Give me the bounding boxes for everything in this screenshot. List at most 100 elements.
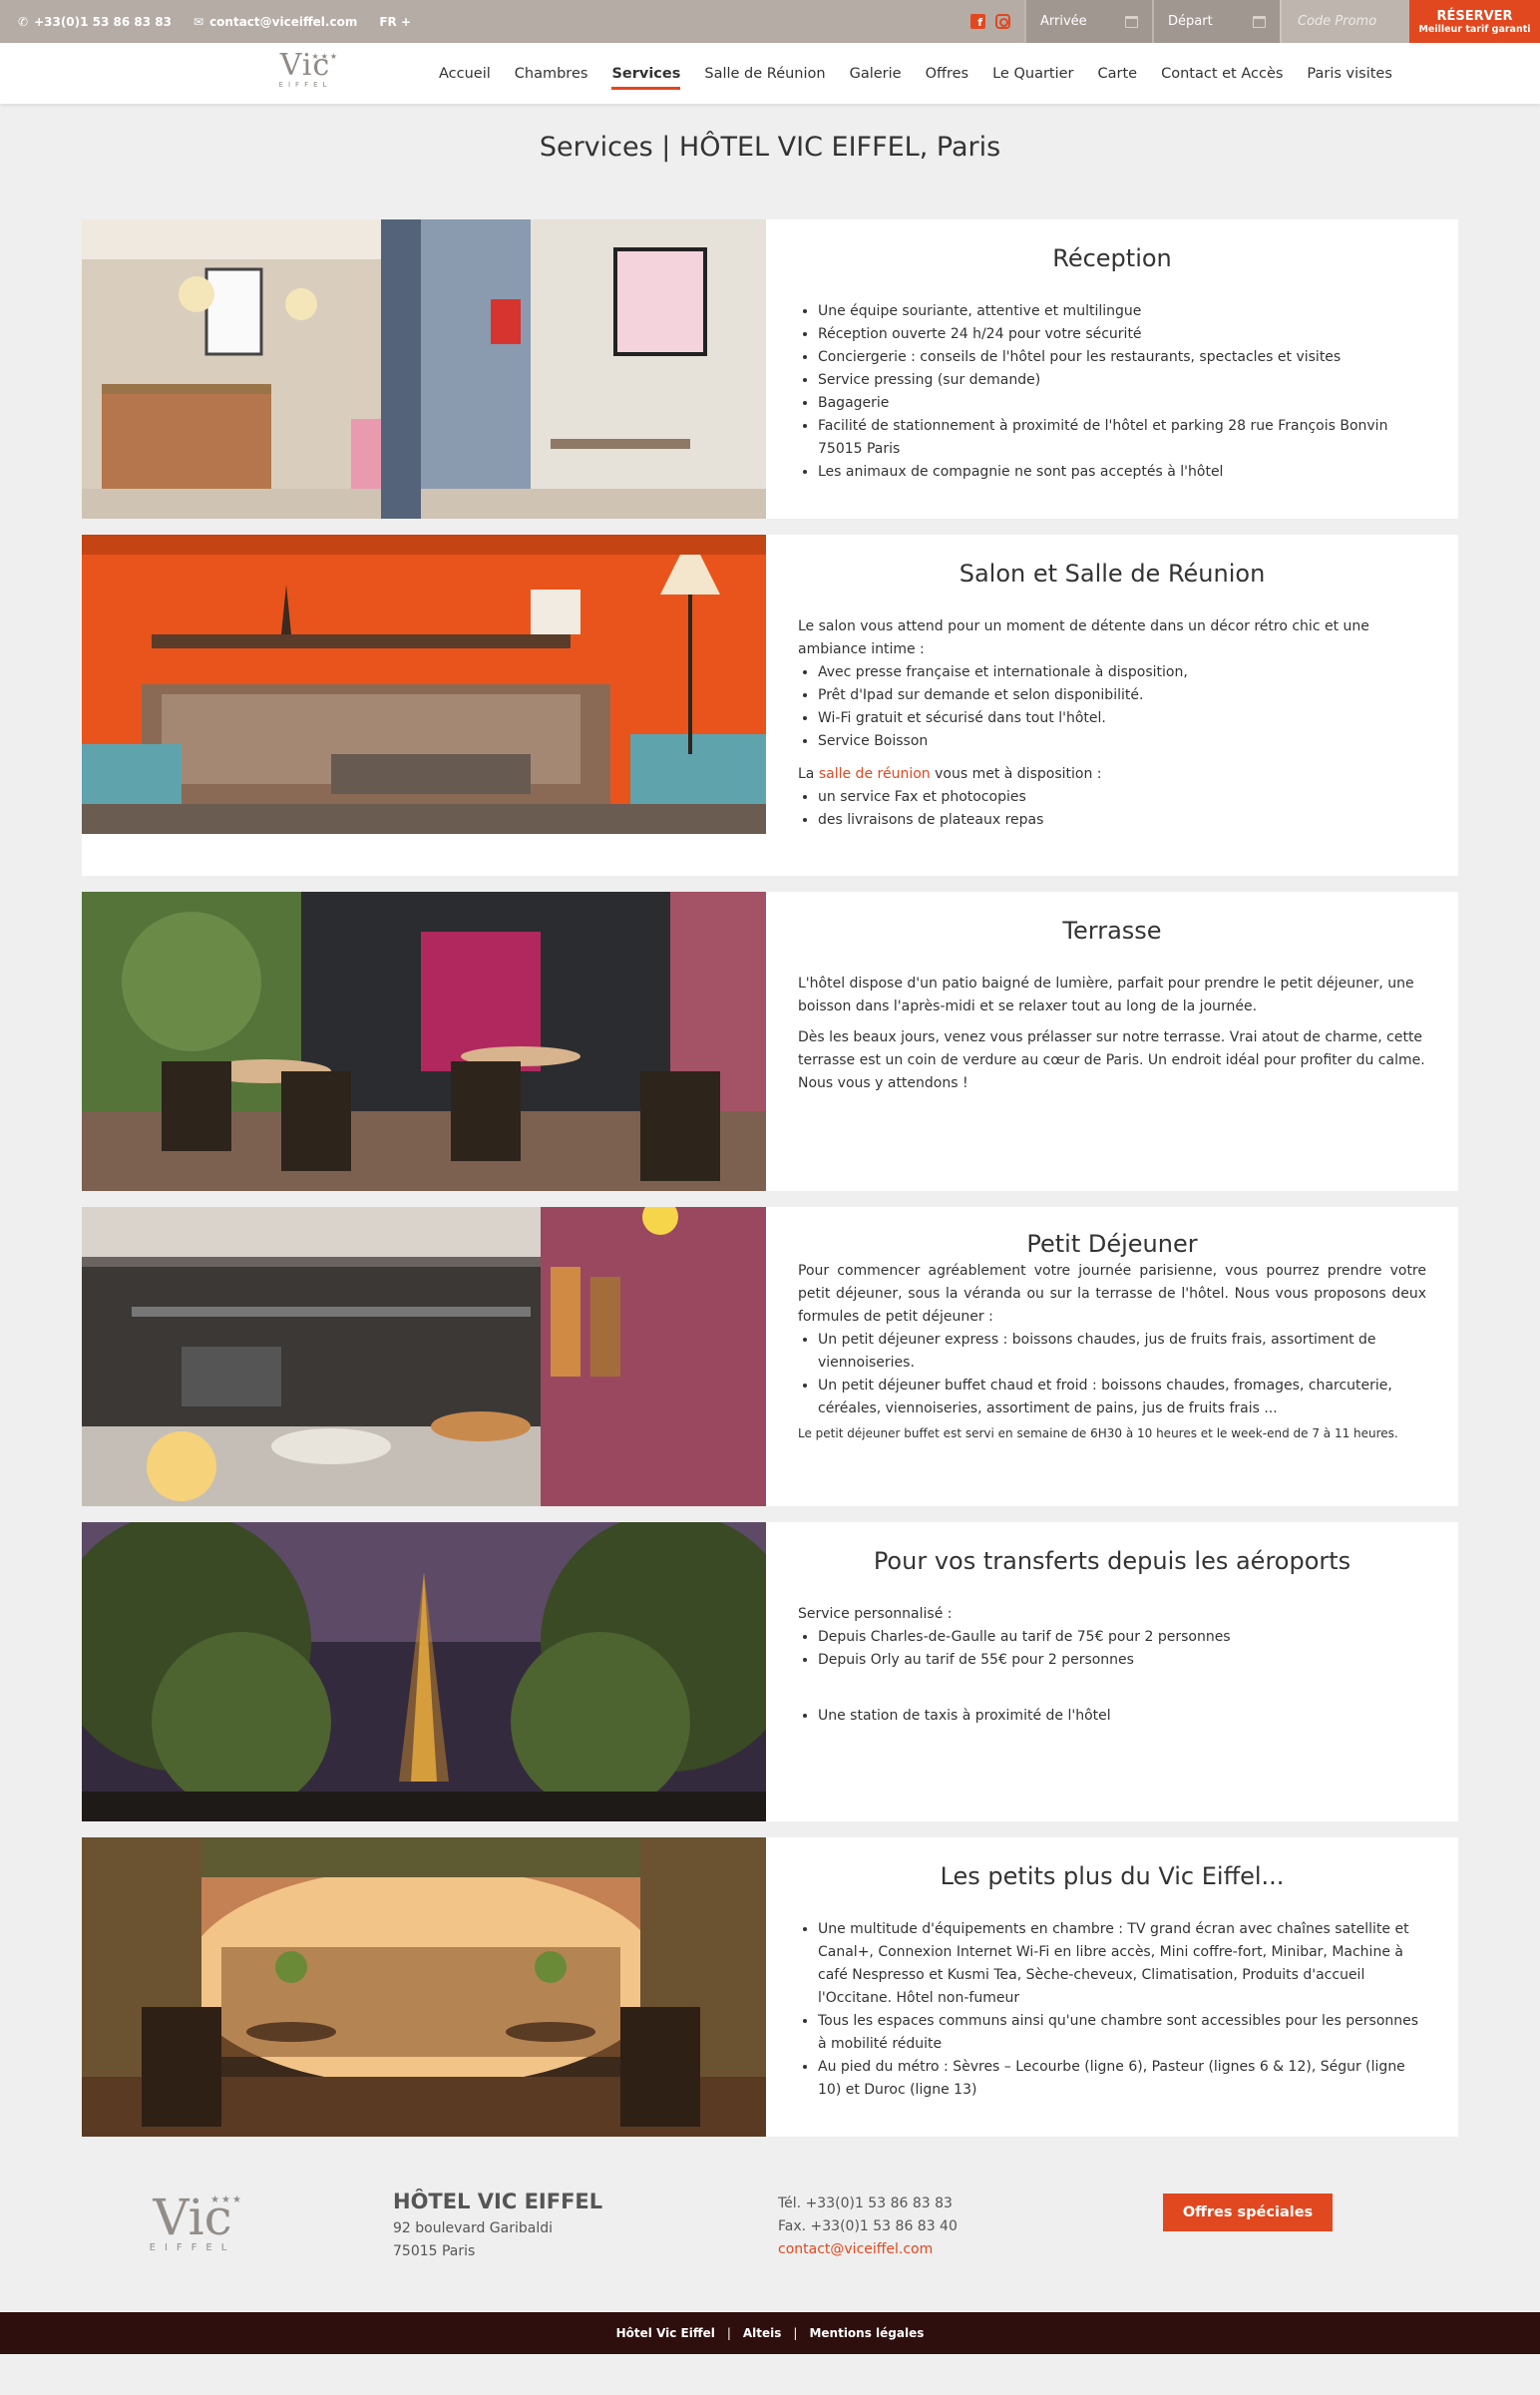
footer-address-line-1: 92 boulevard Garibaldi: [393, 2220, 554, 2236]
arrival-label: Arrivée: [1040, 14, 1087, 29]
nav-item-paris-visites[interactable]: Paris visites: [1307, 62, 1392, 86]
section-title: Pour vos transferts depuis les aéroports: [873, 1547, 1351, 1575]
salon-intro: Le salon vous attend pour un moment de d…: [798, 618, 1369, 657]
transfers-intro: Service personnalisé :: [798, 1606, 953, 1622]
list-item: Wi-Fi gratuit et sécurisé dans tout l'hô…: [818, 707, 1426, 730]
night-terrace-photo: [82, 1837, 766, 2137]
list-item: Au pied du métro : Sèvres – Lecourbe (li…: [818, 2056, 1426, 2102]
bottom-link-legal[interactable]: Mentions légales: [809, 2326, 924, 2340]
list-item: Conciergerie : conseils de l'hôtel pour …: [818, 346, 1426, 369]
language-selector[interactable]: FR +: [379, 15, 411, 29]
logo-sub: EIFFEL: [278, 81, 332, 89]
terrasse-paragraph-1: L'hôtel dispose d'un patio baigné de lum…: [798, 976, 1414, 1014]
meeting-bullets: un service Fax et photocopies des livrai…: [798, 786, 1426, 832]
footer-contact: Tél. +33(0)1 53 86 83 83 Fax. +33(0)1 53…: [778, 2193, 958, 2261]
salon-bullets: Avec presse française et internationale …: [798, 661, 1426, 753]
list-item: un service Fax et photocopies: [818, 786, 1426, 809]
departure-label: Départ: [1168, 14, 1213, 29]
terrasse-paragraph-2: Dès les beaux jours, venez vous prélasse…: [798, 1029, 1425, 1091]
promo-code-field: [1280, 0, 1409, 43]
reception-photo: [82, 219, 766, 519]
footer: ★★★ Vic EIFFEL HÔTEL VIC EIFFEL 92 boule…: [0, 2153, 1540, 2312]
breakfast-bullets: Un petit déjeuner express : boissons cha…: [798, 1329, 1426, 1420]
list-item: Un petit déjeuner buffet chaud et froid …: [818, 1375, 1426, 1420]
nav-item-carte[interactable]: Carte: [1098, 62, 1138, 86]
nav-menu: Accueil Chambres Services Salle de Réuni…: [439, 43, 1416, 104]
calendar-icon: [1125, 15, 1138, 28]
footer-address: HÔTEL VIC EIFFEL 92 boulevard Garibaldi …: [393, 2191, 602, 2263]
bottom-link-hotel[interactable]: Hôtel Vic Eiffel: [616, 2326, 715, 2340]
transfers-bullets: Depuis Charles-de-Gaulle au tarif de 75€…: [798, 1626, 1426, 1672]
service-section-petit-dejeuner: Petit Déjeuner Pour commencer agréableme…: [82, 1207, 1458, 1506]
footer-fax: Fax. +33(0)1 53 86 83 40: [778, 2218, 958, 2234]
section-title: Les petits plus du Vic Eiffel...: [940, 1862, 1285, 1890]
special-offers-button[interactable]: Offres spéciales: [1163, 2194, 1333, 2231]
footer-logo[interactable]: ★★★ Vic EIFFEL: [140, 2193, 245, 2253]
arrival-date-field[interactable]: Arrivée: [1024, 0, 1152, 43]
footer-email-link[interactable]: contact@viceiffel.com: [778, 2238, 958, 2261]
top-bar: ✆ +33(0)1 53 86 83 83 ✉ contact@viceiffe…: [0, 0, 1540, 43]
calendar-icon: [1253, 15, 1266, 28]
list-item: Prêt d'Ipad sur demande et selon disponi…: [818, 684, 1426, 707]
meeting-room-line: La salle de réunion vous met à dispositi…: [798, 763, 1426, 786]
nav-item-salle-de-reunion[interactable]: Salle de Réunion: [704, 62, 825, 86]
list-item: Une station de taxis à proximité de l'hô…: [818, 1705, 1426, 1728]
list-item: Service pressing (sur demande): [818, 369, 1426, 392]
separator: |: [726, 2326, 731, 2340]
meeting-suffix: vous met à disposition :: [935, 766, 1102, 782]
email-address: contact@viceiffel.com: [209, 14, 358, 29]
nav-item-galerie[interactable]: Galerie: [850, 62, 902, 86]
meeting-room-link[interactable]: salle de réunion: [819, 766, 931, 782]
nav-item-offres[interactable]: Offres: [926, 62, 969, 86]
service-section-transferts: Pour vos transferts depuis les aéroports…: [82, 1522, 1458, 1821]
list-item: Service Boisson: [818, 730, 1426, 753]
list-item: Depuis Orly au tarif de 55€ pour 2 perso…: [818, 1649, 1426, 1672]
bottom-link-alteis[interactable]: Alteis: [743, 2326, 782, 2340]
facebook-icon[interactable]: f: [970, 14, 985, 29]
breakfast-note: Le petit déjeuner buffet est servi en se…: [798, 1426, 1398, 1440]
list-item: Une équipe souriante, attentive et multi…: [818, 300, 1426, 323]
phone-icon: ✆: [18, 14, 29, 29]
nav-item-chambres[interactable]: Chambres: [515, 62, 588, 86]
breakfast-photo: [82, 1207, 766, 1506]
nav-item-contact[interactable]: Contact et Accès: [1161, 62, 1283, 86]
footer-hotel-name: HÔTEL VIC EIFFEL: [393, 2190, 603, 2213]
nav-item-le-quartier[interactable]: Le Quartier: [992, 62, 1073, 86]
section-title: Terrasse: [1062, 917, 1162, 945]
main-navigation: ★★★ Vic EIFFEL Accueil Chambres Services…: [0, 43, 1540, 104]
list-item: Un petit déjeuner express : boissons cha…: [818, 1329, 1426, 1375]
list-item: Bagagerie: [818, 392, 1426, 415]
list-item: Tous les espaces communs ainsi qu'une ch…: [818, 2010, 1426, 2056]
hotel-logo[interactable]: ★★★ Vic EIFFEL: [271, 51, 339, 90]
list-item: Facilité de stationnement à proximité de…: [818, 415, 1426, 461]
service-section-terrasse: Terrasse L'hôtel dispose d'un patio baig…: [82, 892, 1458, 1191]
salon-photo: [82, 535, 766, 834]
list-item: Avec presse française et internationale …: [818, 661, 1426, 684]
list-item: Réception ouverte 24 h/24 pour votre séc…: [818, 323, 1426, 346]
language-label: FR +: [379, 14, 412, 29]
logo-stars: ★★★: [210, 2195, 243, 2205]
breakfast-intro: Pour commencer agréablement votre journé…: [798, 1263, 1426, 1325]
departure-date-field[interactable]: Départ: [1152, 0, 1280, 43]
logo-stars: ★★★: [311, 52, 339, 61]
nav-item-accueil[interactable]: Accueil: [439, 62, 491, 86]
bottom-bar: Hôtel Vic Eiffel | Alteis | Mentions lég…: [0, 2312, 1540, 2354]
footer-tel: Tél. +33(0)1 53 86 83 83: [778, 2195, 953, 2211]
list-item: Une multitude d'équipements en chambre :…: [818, 1918, 1426, 2010]
list-item: Depuis Charles-de-Gaulle au tarif de 75€…: [818, 1626, 1426, 1649]
reserve-button[interactable]: RÉSERVER Meilleur tarif garanti: [1409, 0, 1540, 43]
envelope-icon: ✉: [193, 14, 204, 29]
reserve-label: RÉSERVER: [1436, 8, 1513, 24]
promo-code-input[interactable]: [1298, 14, 1393, 29]
nav-item-services[interactable]: Services: [611, 62, 680, 90]
phone-link[interactable]: ✆ +33(0)1 53 86 83 83: [18, 15, 172, 29]
separator: |: [793, 2326, 798, 2340]
email-link[interactable]: ✉ contact@viceiffel.com: [193, 15, 357, 29]
section-title: Réception: [1052, 244, 1172, 272]
service-section-petits-plus: Les petits plus du Vic Eiffel... Une mul…: [82, 1837, 1458, 2137]
eiffel-tower-photo: [82, 1522, 766, 1821]
services-list: Réception Une équipe souriante, attentiv…: [82, 219, 1458, 2137]
reception-bullets: Une équipe souriante, attentive et multi…: [798, 300, 1426, 484]
logo-sub: EIFFEL: [149, 2242, 236, 2253]
instagram-icon[interactable]: [995, 14, 1010, 29]
